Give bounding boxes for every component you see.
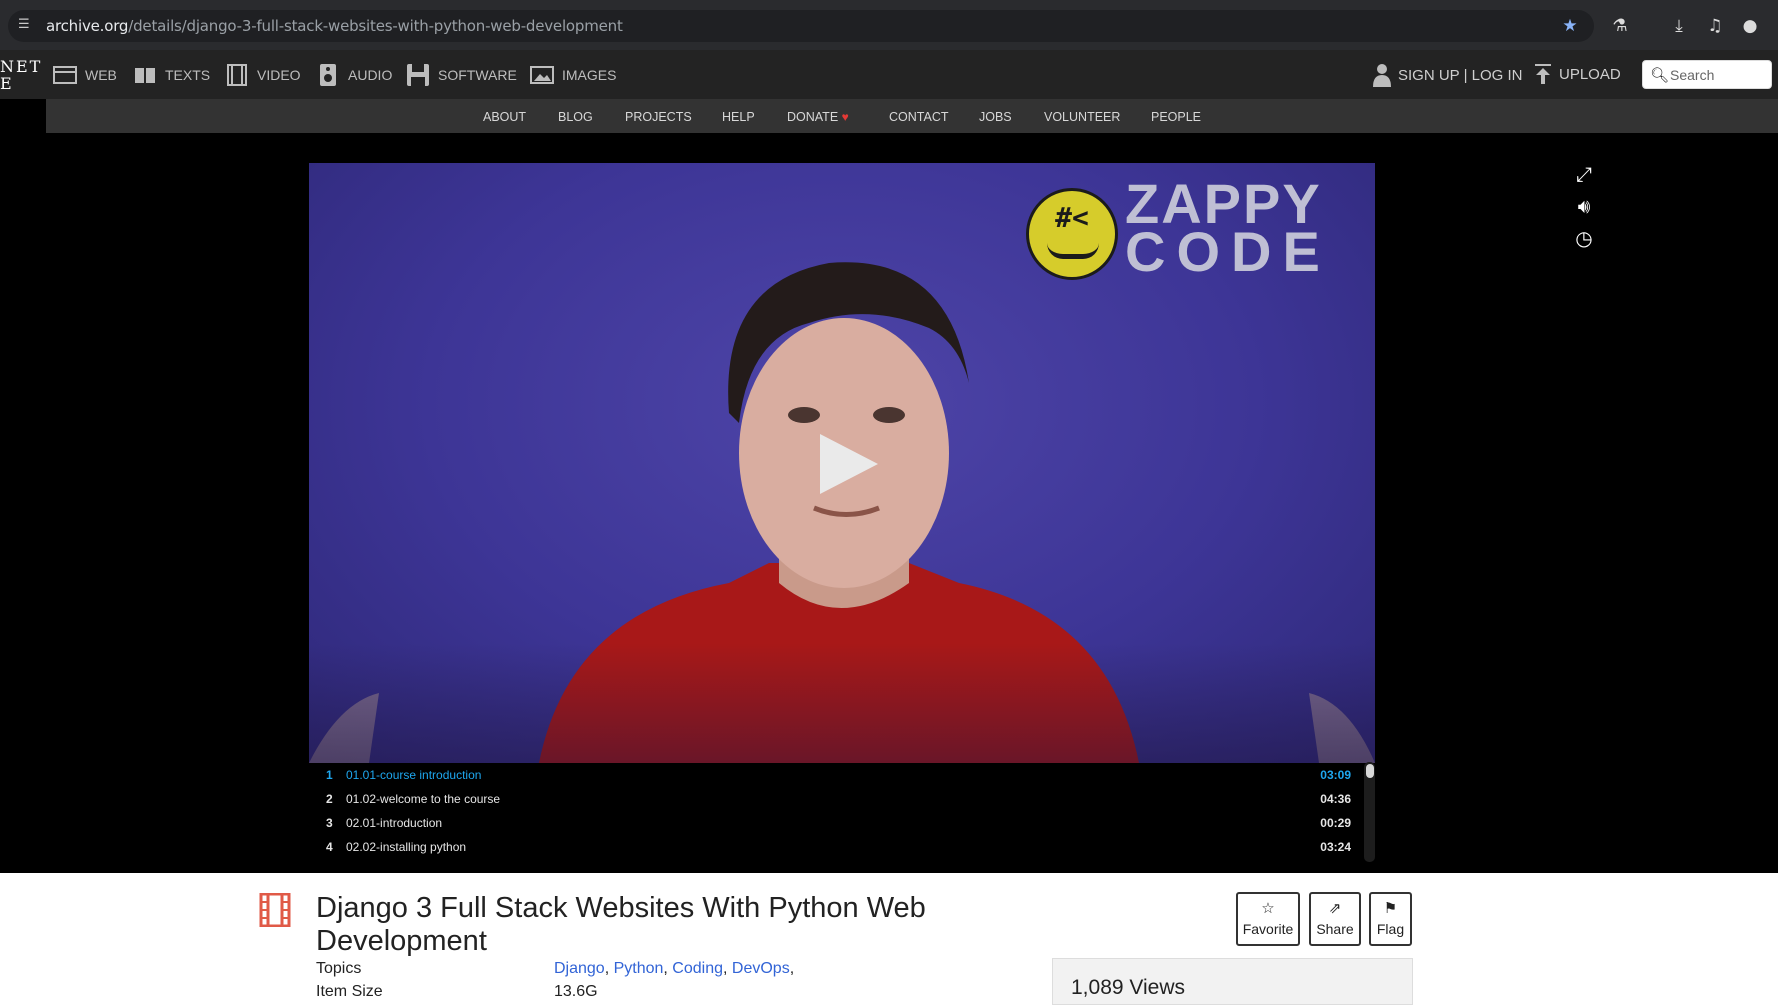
search-icon: 🔍︎ xyxy=(1650,66,1670,84)
playlist: 1 01.01-course introduction 03:09 2 01.0… xyxy=(309,763,1375,863)
zappy-code-logo-icon: #< xyxy=(1026,188,1118,280)
logo-mouth xyxy=(1047,243,1099,259)
subnav-jobs[interactable]: JOBS xyxy=(979,110,1012,124)
playlist-item-number: 2 xyxy=(326,792,333,806)
topic-link-coding[interactable]: Coding xyxy=(672,960,723,977)
playlist-item-duration: 00:29 xyxy=(1320,816,1351,830)
signup-login-label: SIGN UP | LOG IN xyxy=(1398,66,1523,84)
nav-audio[interactable]: AUDIO xyxy=(316,62,392,88)
playlist-scrollbar-thumb[interactable] xyxy=(1366,764,1374,778)
zappy-code-logo-text: ZAPPY CODE xyxy=(1125,176,1331,283)
upload-link[interactable]: UPLOAD xyxy=(1533,63,1621,85)
share-label: Share xyxy=(1316,921,1354,937)
item-size-label: Item Size xyxy=(316,983,383,1000)
upload-icon xyxy=(1535,64,1551,84)
item-title: Django 3 Full Stack Websites With Python… xyxy=(316,892,926,957)
flag-button[interactable]: ⚑ Flag xyxy=(1369,892,1412,946)
playlist-item[interactable]: 3 02.01-introduction 00:29 xyxy=(309,811,1359,835)
views-panel: 1,089 Views xyxy=(1052,958,1413,1005)
play-icon[interactable] xyxy=(820,434,878,494)
playlist-item-duration: 03:24 xyxy=(1320,840,1351,854)
ia-logo[interactable]: NET E xyxy=(0,58,42,92)
texts-icon xyxy=(135,68,155,83)
share-icon: ⇗ xyxy=(1328,899,1342,917)
logo-text-bottom: CODE xyxy=(1125,220,1331,283)
nav-web[interactable]: WEB xyxy=(53,62,117,88)
video-icon xyxy=(227,64,247,86)
playlist-item-title: 02.01-introduction xyxy=(346,816,443,830)
volume-icon[interactable]: 🔊︎ xyxy=(1572,194,1596,218)
playlist-item-duration: 04:36 xyxy=(1320,792,1351,806)
favorite-label: Favorite xyxy=(1242,921,1294,937)
flag-icon: ⚑ xyxy=(1383,899,1398,917)
topic-link-django[interactable]: Django xyxy=(554,960,605,977)
subnav-projects[interactable]: PROJECTS xyxy=(625,110,692,124)
subnav-help[interactable]: HELP xyxy=(722,110,755,124)
nav-software[interactable]: SOFTWARE xyxy=(406,62,517,88)
playlist-item-title: 01.02-welcome to the course xyxy=(346,792,501,806)
playlist-item-title: 01.01-course introduction xyxy=(346,768,482,782)
nav-texts[interactable]: TEXTS xyxy=(133,62,210,88)
subnav-contact[interactable]: CONTACT xyxy=(889,110,949,124)
playlist-item-number: 1 xyxy=(326,768,333,782)
media-queue-icon[interactable]: ♫ xyxy=(1704,15,1726,37)
playlist-item[interactable]: 2 01.02-welcome to the course 04:36 xyxy=(309,787,1359,811)
subnav-people[interactable]: PEOPLE xyxy=(1151,110,1201,124)
playlist-item-number: 3 xyxy=(326,816,333,830)
nav-software-label: SOFTWARE xyxy=(438,67,517,83)
tune-icon[interactable]: ☰ xyxy=(18,17,34,33)
software-icon xyxy=(407,64,429,86)
clock-icon[interactable]: ◷ xyxy=(1572,226,1596,250)
images-icon xyxy=(530,66,554,84)
topic-link-devops[interactable]: DevOps xyxy=(732,960,790,977)
share-button[interactable]: ⇗ Share xyxy=(1309,892,1361,946)
playlist-item-title: 02.02-installing python xyxy=(346,840,467,854)
download-icon[interactable]: ⤓ xyxy=(1668,15,1690,37)
playlist-item[interactable]: 1 01.01-course introduction 03:09 xyxy=(309,763,1359,787)
signup-login-link[interactable]: SIGN UP | LOG IN xyxy=(1372,63,1522,87)
film-icon xyxy=(259,893,291,927)
nav-video-label: VIDEO xyxy=(257,67,301,83)
views-count: 1,089 Views xyxy=(1071,976,1186,999)
subnav-donate[interactable]: DONATE ♥ xyxy=(787,110,849,124)
topics-list: Django, Python, Coding, DevOps, xyxy=(554,960,795,977)
nav-images-label: IMAGES xyxy=(562,67,617,83)
star-icon: ☆ xyxy=(1261,899,1275,917)
fullscreen-icon[interactable]: ⤢ xyxy=(1572,162,1596,186)
subnav-volunteer[interactable]: VOLUNTEER xyxy=(1044,110,1120,124)
playlist-item-number: 4 xyxy=(326,840,333,854)
heart-icon: ♥ xyxy=(841,110,849,124)
nav-audio-label: AUDIO xyxy=(348,67,393,83)
nav-video[interactable]: VIDEO xyxy=(225,62,301,88)
labs-flask-icon[interactable]: ⚗ xyxy=(1609,15,1631,37)
video-shade xyxy=(309,643,1375,763)
search-box[interactable]: 🔍︎ xyxy=(1642,60,1772,89)
logo-face-text: #< xyxy=(1055,201,1089,234)
audio-icon xyxy=(320,64,336,86)
url-text[interactable]: archive.org/details/django-3-full-stack-… xyxy=(46,17,623,35)
subnav-about[interactable]: ABOUT xyxy=(483,110,526,124)
web-icon xyxy=(53,66,77,84)
playlist-item-duration: 03:09 xyxy=(1320,768,1351,782)
nav-texts-label: TEXTS xyxy=(165,67,211,83)
search-input[interactable] xyxy=(1670,66,1766,84)
profile-icon[interactable]: ● xyxy=(1739,15,1761,37)
topic-link-python[interactable]: Python xyxy=(614,960,664,977)
upload-label: UPLOAD xyxy=(1559,65,1621,83)
nav-web-label: WEB xyxy=(85,67,117,83)
nav-images[interactable]: IMAGES xyxy=(530,62,616,88)
subnav-donate-label: DONATE xyxy=(787,110,839,124)
playlist-item[interactable]: 4 02.02-installing python 03:24 xyxy=(309,835,1359,859)
subnav-blog[interactable]: BLOG xyxy=(558,110,593,124)
item-size-value: 13.6G xyxy=(554,983,598,1000)
bookmark-star-icon[interactable]: ★ xyxy=(1559,15,1581,37)
flag-label: Flag xyxy=(1376,921,1405,937)
topics-label: Topics xyxy=(316,960,362,977)
favorite-button[interactable]: ☆ Favorite xyxy=(1236,892,1300,946)
user-icon xyxy=(1373,64,1391,87)
